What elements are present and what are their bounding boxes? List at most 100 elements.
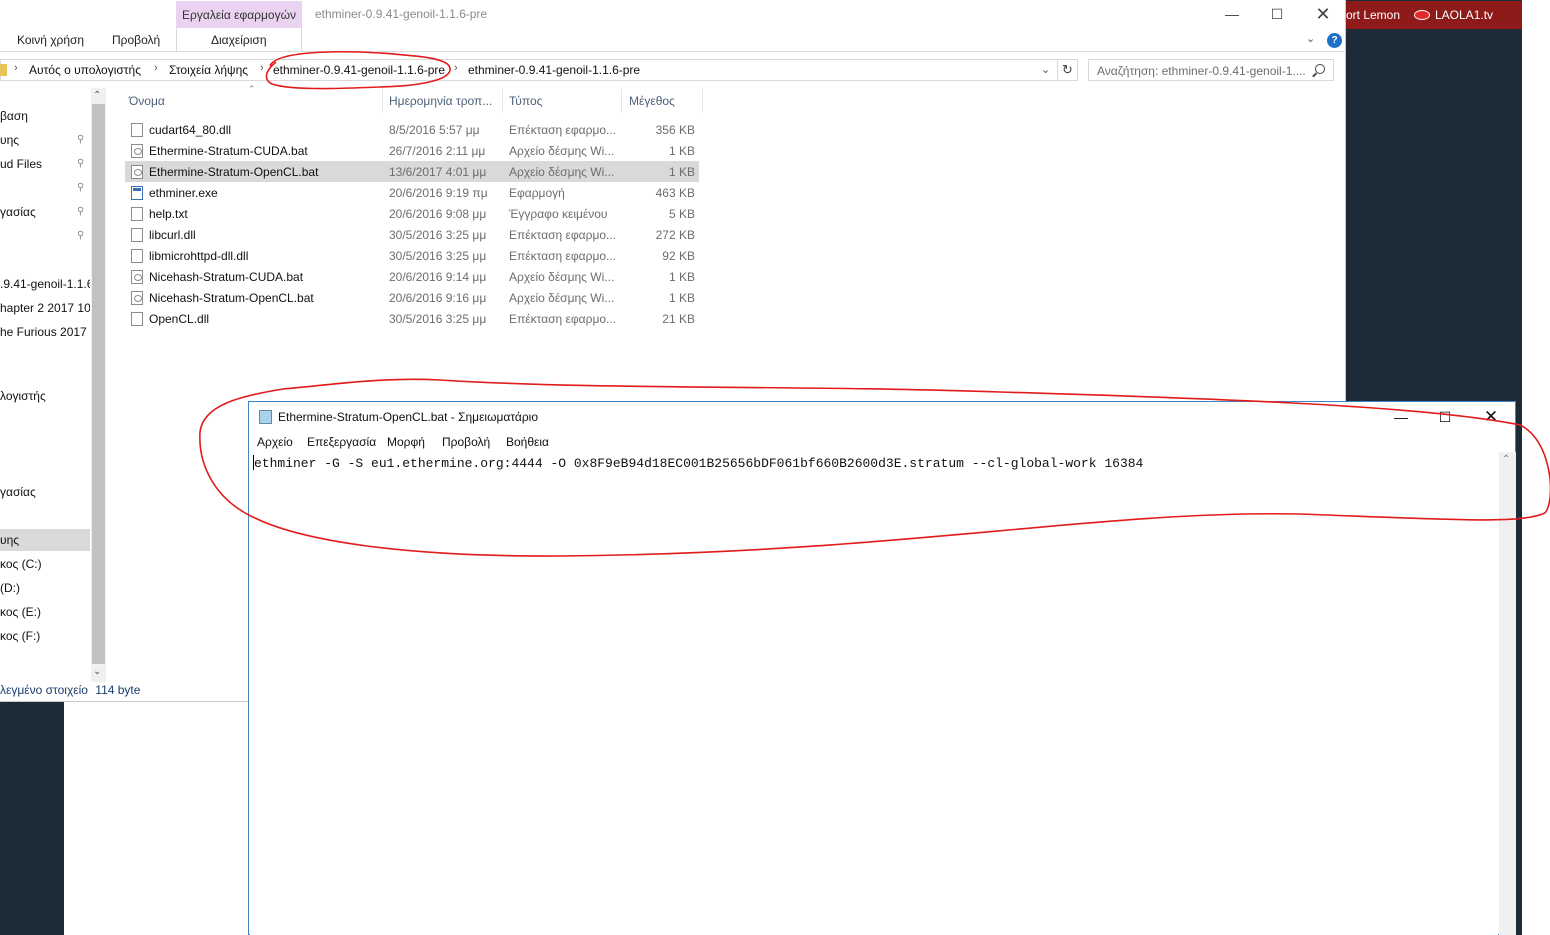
file-type: Επέκταση εφαρμο...: [509, 123, 617, 137]
file-name: Nicehash-Stratum-OpenCL.bat: [149, 291, 314, 305]
column-header-name[interactable]: Όνομα: [129, 94, 165, 108]
nav-item-drive-d[interactable]: (D:): [0, 581, 90, 595]
search-placeholder: Αναζήτηση: ethminer-0.9.41-genoil-1....: [1097, 64, 1306, 78]
file-row[interactable]: Ethermine-Stratum-OpenCL.bat 13/6/2017 4:…: [125, 161, 699, 182]
menu-edit[interactable]: Επεξεργασία: [307, 435, 376, 449]
notepad-title: Ethermine-Stratum-OpenCL.bat - Σημειωματ…: [278, 410, 538, 424]
breadcrumb-ethminer-current[interactable]: ethminer-0.9.41-genoil-1.1.6-pre: [468, 63, 640, 77]
file-date: 13/6/2017 4:01 μμ: [389, 165, 487, 179]
menu-help[interactable]: Βοήθεια: [506, 435, 549, 449]
file-size: 1 KB: [668, 144, 695, 158]
file-date: 20/6/2016 9:08 μμ: [389, 207, 487, 221]
ribbon-tab-manage[interactable]: Διαχείριση: [211, 33, 267, 47]
file-name: cudart64_80.dll: [149, 123, 232, 137]
browser-tab-laola[interactable]: LAOLA1.tv: [1414, 8, 1493, 22]
search-icon[interactable]: [1315, 64, 1325, 74]
nav-item-chapter-folder[interactable]: hapter 2 2017 108: [0, 301, 90, 315]
column-divider[interactable]: [702, 89, 703, 113]
column-divider[interactable]: [502, 89, 503, 113]
file-type: Έγγραφο κειμένου: [509, 207, 608, 221]
nav-item-drive-c[interactable]: κος (C:): [0, 557, 90, 571]
file-name: OpenCL.dll: [149, 312, 210, 326]
bat-icon: [131, 291, 143, 305]
help-icon[interactable]: ?: [1327, 33, 1342, 48]
file-row[interactable]: OpenCL.dll 30/5/2016 3:25 μμ Επέκταση εφαρ…: [125, 308, 699, 329]
file-row[interactable]: libmicrohttpd-dll.dll 30/5/2016 3:25 μμ Επ…: [125, 245, 699, 266]
column-divider[interactable]: [382, 89, 383, 113]
breadcrumb-downloads[interactable]: Στοιχεία λήψης: [169, 63, 248, 77]
chevron-down-icon[interactable]: ⌄: [93, 666, 101, 677]
minimize-button[interactable]: —: [1386, 407, 1416, 427]
menu-format[interactable]: Μορφή: [387, 435, 425, 449]
refresh-button[interactable]: ↻: [1058, 59, 1078, 81]
file-size: 5 KB: [668, 207, 695, 221]
nav-item-quick-access[interactable]: βαση: [0, 109, 90, 123]
chevron-down-icon[interactable]: ⌄: [1041, 63, 1050, 76]
sort-ascending-icon: ⌃: [248, 84, 256, 94]
close-button[interactable]: ✕: [1476, 407, 1506, 427]
file-row[interactable]: help.txt 20/6/2016 9:08 μμ Έγγραφο κειμένο…: [125, 203, 699, 224]
chevron-right-icon[interactable]: ›: [454, 62, 458, 74]
file-row[interactable]: ethminer.exe 20/6/2016 9:19 πμ Εφαρμογή 463…: [125, 182, 699, 203]
file-date: 20/6/2016 9:16 μμ: [389, 291, 487, 305]
file-row[interactable]: Nicehash-Stratum-CUDA.bat 20/6/2016 9:14 …: [125, 266, 699, 287]
ribbon-tab-view[interactable]: Προβολή: [112, 33, 160, 47]
nav-item-ethminer-folder[interactable]: .9.41-genoil-1.1.6-: [0, 277, 90, 291]
nav-item-desktop-2[interactable]: γασίας: [0, 485, 90, 499]
file-row[interactable]: cudart64_80.dll 8/5/2016 5:57 μμ Επέκταση …: [125, 119, 699, 140]
ribbon-divider: [0, 51, 1346, 52]
status-selected-size: 114 byte: [95, 683, 141, 697]
file-row[interactable]: Nicehash-Stratum-OpenCL.bat 20/6/2016 9:1…: [125, 287, 699, 308]
file-date: 30/5/2016 3:25 μμ: [389, 312, 487, 326]
nav-item-drive-e[interactable]: κος (E:): [0, 605, 90, 619]
notepad-icon: [259, 410, 272, 424]
maximize-button[interactable]: ☐: [1430, 407, 1460, 427]
menu-file[interactable]: Αρχείο: [257, 435, 293, 449]
search-input[interactable]: Αναζήτηση: ethminer-0.9.41-genoil-1....: [1088, 59, 1334, 81]
column-header-size[interactable]: Μέγεθος: [629, 94, 675, 108]
chevron-up-icon[interactable]: ⌃: [1502, 454, 1510, 465]
ribbon-expand-chevron-icon[interactable]: ⌄: [1306, 32, 1315, 45]
txt-icon: [131, 207, 143, 221]
chevron-up-icon[interactable]: ⌃: [93, 90, 101, 101]
file-name: libmicrohttpd-dll.dll: [149, 249, 249, 263]
column-divider[interactable]: [621, 89, 622, 113]
status-selected-count: λεγμένο στοιχείο: [0, 683, 88, 697]
desktop-edge: [1522, 0, 1550, 935]
nav-item-downloads-selected[interactable]: υης: [0, 533, 90, 547]
file-type: Αρχείο δέσμης Wi...: [509, 291, 615, 305]
notepad-text-area[interactable]: ethminer -G -S eu1.ethermine.org:4444 -O…: [250, 452, 1498, 935]
menu-view[interactable]: Προβολή: [442, 435, 490, 449]
maximize-button[interactable]: ☐: [1262, 4, 1292, 24]
nav-item-furious-folder[interactable]: he Furious 2017 1: [0, 325, 90, 339]
pin-icon: ⚲: [77, 230, 85, 241]
chevron-right-icon[interactable]: ›: [260, 62, 264, 74]
breadcrumb-ethminer-parent[interactable]: ethminer-0.9.41-genoil-1.1.6-pre: [273, 63, 445, 77]
browser-tab-sport-lemon[interactable]: ort Lemon: [1346, 8, 1408, 22]
file-row[interactable]: Ethermine-Stratum-CUDA.bat 26/7/2016 2:11…: [125, 140, 699, 161]
close-button[interactable]: ✕: [1308, 4, 1338, 24]
file-type: Εφαρμογή: [509, 186, 565, 200]
nav-scrollbar[interactable]: ⌃ ⌄: [91, 88, 106, 682]
breadcrumb-this-pc[interactable]: Αυτός ο υπολογιστής: [29, 63, 141, 77]
ribbon-tab-share[interactable]: Κοινή χρήση: [17, 33, 84, 47]
minimize-button[interactable]: —: [1217, 4, 1247, 24]
notepad-scrollbar[interactable]: ⌃: [1499, 452, 1516, 935]
notepad-titlebar[interactable]: Ethermine-Stratum-OpenCL.bat - Σημειωματ…: [249, 402, 1515, 432]
file-size: 1 KB: [668, 165, 695, 179]
nav-item-this-pc[interactable]: λογιστής: [0, 389, 90, 403]
file-size: 1 KB: [668, 270, 695, 284]
pin-icon: ⚲: [77, 206, 85, 217]
file-size: 463 KB: [655, 186, 695, 200]
address-bar[interactable]: › Αυτός ο υπολογιστής › Στοιχεία λήψης ›…: [0, 59, 1058, 81]
folder-icon: [0, 64, 7, 76]
column-header-date[interactable]: Ημερομηνία τροπ...: [389, 94, 492, 108]
file-date: 30/5/2016 3:25 μμ: [389, 249, 487, 263]
file-size: 356 KB: [655, 123, 695, 137]
file-row[interactable]: libcurl.dll 30/5/2016 3:25 μμ Επέκταση εφα…: [125, 224, 699, 245]
chevron-right-icon[interactable]: ›: [14, 62, 18, 74]
nav-item-drive-f[interactable]: κος (F:): [0, 629, 90, 643]
chevron-right-icon[interactable]: ›: [154, 62, 158, 74]
column-header-type[interactable]: Τύπος: [509, 94, 542, 108]
nav-scroll-thumb[interactable]: [92, 104, 105, 664]
